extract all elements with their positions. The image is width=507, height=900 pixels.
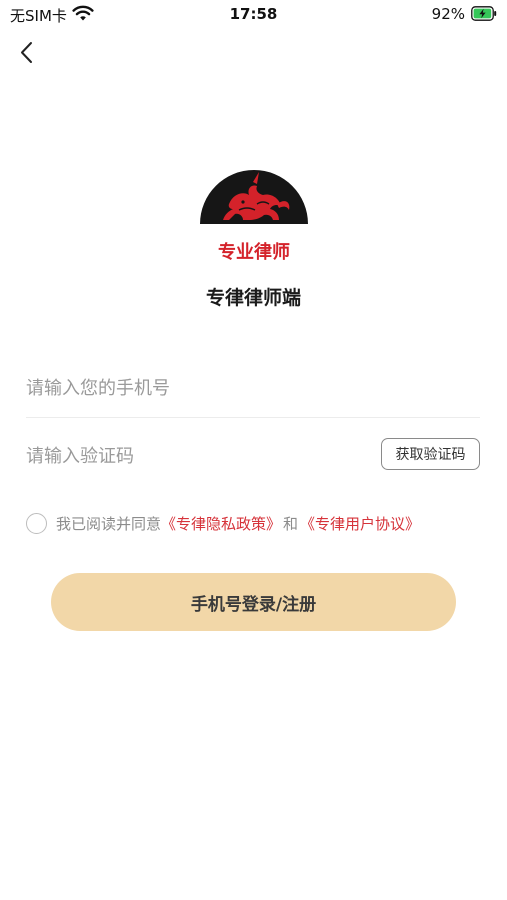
user-agreement-link[interactable]: 《专律用户协议》	[300, 513, 420, 534]
get-code-button[interactable]: 获取验证码	[381, 438, 480, 470]
app-logo: 专业律师	[199, 158, 309, 268]
logo-text: 专业律师	[218, 242, 290, 263]
status-bar: 无SIM卡 17:58 92%	[0, 0, 507, 30]
agreement-row: 我已阅读并同意 《专律隐私政策》 和 《专律用户协议》	[26, 510, 420, 536]
battery-percentage: 92%	[431, 5, 465, 23]
agreement-connector: 和	[283, 514, 299, 533]
app-name-title: 专律律师端	[205, 287, 301, 309]
privacy-policy-link[interactable]: 《专律隐私政策》	[161, 513, 281, 534]
chevron-left-icon	[21, 42, 32, 63]
input-divider	[26, 417, 480, 418]
agreement-checkbox[interactable]	[26, 512, 47, 534]
battery-charging-icon	[471, 6, 497, 21]
back-button[interactable]	[12, 38, 42, 68]
verification-code-input[interactable]	[26, 434, 356, 478]
agreement-prefix: 我已阅读并同意	[56, 514, 162, 533]
phone-number-input[interactable]	[26, 366, 476, 410]
phone-login-register-button[interactable]: 手机号登录/注册	[51, 573, 456, 631]
